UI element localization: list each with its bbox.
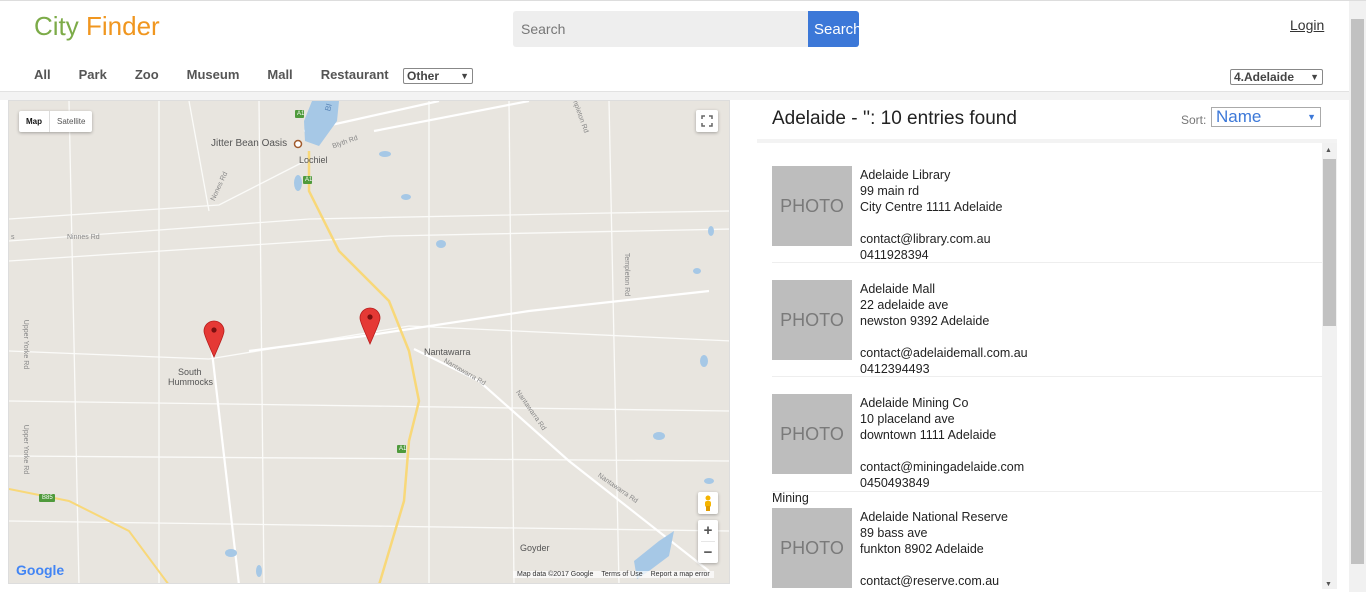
- category-nav: All Park Zoo Museum Mall Restaurant: [34, 67, 417, 83]
- entry-info: Adelaide Mining Co 10 placeland ave down…: [860, 395, 1024, 491]
- map-label-nantawarra: Nantawarra: [424, 347, 471, 357]
- entry-phone: 0411928394: [860, 248, 929, 262]
- chevron-down-icon: ▼: [1307, 112, 1316, 122]
- report-map-error-link[interactable]: Report a map error: [647, 571, 714, 578]
- street-view-button[interactable]: [698, 492, 718, 514]
- map-label-jitter-bean: Jitter Bean Oasis: [211, 138, 288, 149]
- map-label-lochiel: Lochiel: [299, 155, 328, 165]
- photo-placeholder: PHOTO: [772, 394, 852, 474]
- road-shield: A1: [305, 177, 313, 183]
- entry-suburb: City Centre 1111 Adelaide: [860, 200, 1003, 214]
- entry-email: contact@adelaidemall.com.au: [860, 346, 1028, 360]
- entry-name: Adelaide Mining Co: [860, 396, 969, 410]
- zoom-control: + −: [698, 520, 718, 563]
- map-type-control: Map Satellite: [19, 111, 93, 132]
- fullscreen-button[interactable]: [696, 110, 718, 132]
- entry-divider: [772, 491, 1322, 492]
- road-label: Templeton Rd: [623, 252, 631, 297]
- road-label: Upper Yorke Rd: [22, 424, 30, 475]
- search-bar: Search: [513, 11, 862, 47]
- map-label-south: South: [178, 367, 202, 377]
- category-zoo[interactable]: Zoo: [135, 67, 159, 83]
- entry-email: contact@miningadelaide.com: [860, 460, 1025, 474]
- road-label: Ninnes Rd: [67, 234, 100, 241]
- map-label-goyder: Goyder: [520, 543, 550, 553]
- entry-suburb: downtown 1111 Adelaide: [860, 428, 997, 442]
- results-scrollbar[interactable]: ▲ ▼: [1322, 143, 1337, 589]
- entry-phone: 0450493849: [860, 476, 930, 490]
- login-link[interactable]: Login: [1290, 17, 1324, 33]
- entry-street: 99 main rd: [860, 184, 920, 198]
- category-museum[interactable]: Museum: [187, 67, 240, 83]
- map-canvas: [9, 101, 729, 583]
- google-logo-text: Google: [16, 562, 65, 578]
- entry-divider: [772, 262, 1322, 263]
- map-type-satellite-button[interactable]: Satellite: [49, 111, 92, 132]
- entry-phone: 0412394493: [860, 362, 930, 376]
- category-mall[interactable]: Mall: [267, 67, 292, 83]
- map-label-partial: s: [11, 234, 15, 241]
- app-logo[interactable]: City Finder: [34, 11, 160, 42]
- zoom-out-button[interactable]: −: [698, 542, 718, 563]
- logo-finder: Finder: [86, 11, 160, 41]
- entry-info: Adelaide Mall 22 adelaide ave newston 93…: [860, 281, 1028, 377]
- zoom-in-button[interactable]: +: [698, 520, 718, 541]
- page-scrollbar[interactable]: [1349, 1, 1366, 592]
- entry-suburb: newston 9392 Adelaide: [860, 314, 990, 328]
- fullscreen-icon: [701, 115, 713, 127]
- entry-street: 22 adelaide ave: [860, 298, 949, 312]
- logo-city: City: [34, 11, 79, 41]
- entry-name: Adelaide National Reserve: [860, 510, 1009, 524]
- search-button[interactable]: Search: [808, 11, 862, 47]
- scroll-up-icon[interactable]: ▲: [1325, 147, 1332, 154]
- map-footer: Map data ©2017 Google Terms of Use Repor…: [513, 571, 714, 578]
- sort-label: Sort:: [1181, 113, 1207, 127]
- city-select[interactable]: 4.Adelaide ▼: [1230, 69, 1323, 85]
- sort-select-value: Name: [1216, 107, 1262, 126]
- chevron-down-icon: ▼: [460, 71, 469, 81]
- entry-divider: [772, 376, 1322, 377]
- map-type-map-button[interactable]: Map: [19, 111, 49, 132]
- other-select-value: Other: [407, 69, 440, 83]
- terms-of-use-link[interactable]: Terms of Use: [597, 571, 646, 578]
- road-shield: A1: [297, 111, 305, 117]
- results-title: Adelaide - '': 10 entries found: [772, 108, 1017, 129]
- entry-street: 10 placeland ave: [860, 412, 955, 426]
- scrollbar-thumb[interactable]: [1323, 159, 1336, 326]
- map-label-hummocks: Hummocks: [168, 377, 214, 387]
- map-data-attribution: Map data ©2017 Google: [517, 571, 594, 578]
- entry-email: contact@library.com.au: [860, 232, 991, 246]
- entry-info: Adelaide National Reserve 89 bass ave fu…: [860, 509, 1008, 589]
- pegman-icon: [705, 495, 711, 511]
- photo-placeholder: PHOTO: [772, 508, 852, 588]
- map-view[interactable]: Jitter Bean Oasis Lochiel Nantawarra Sou…: [8, 100, 730, 584]
- category-park[interactable]: Park: [79, 67, 107, 83]
- header-divider: [0, 91, 1366, 100]
- category-restaurant[interactable]: Restaurant: [321, 67, 389, 83]
- entry-street: 89 bass ave: [860, 526, 928, 540]
- road-label: Upper Yorke Rd: [22, 319, 30, 370]
- road-shield: B85: [42, 495, 53, 501]
- entry-name: Adelaide Mall: [860, 282, 936, 296]
- chevron-down-icon: ▼: [1310, 72, 1319, 82]
- category-label: Mining: [772, 491, 809, 505]
- photo-placeholder: PHOTO: [772, 280, 852, 360]
- entry-email: contact@reserve.com.au: [860, 574, 1000, 588]
- search-input[interactable]: [513, 11, 808, 47]
- sort-select[interactable]: Name ▼: [1211, 107, 1321, 127]
- scroll-down-icon[interactable]: ▼: [1325, 581, 1332, 588]
- photo-placeholder: PHOTO: [772, 166, 852, 246]
- entry-info: Adelaide Library 99 main rd City Centre …: [860, 167, 1002, 263]
- page-scrollbar-thumb[interactable]: [1351, 19, 1364, 564]
- entry-name: Adelaide Library: [860, 168, 951, 182]
- entry-suburb: funkton 8902 Adelaide: [860, 542, 984, 556]
- other-category-select[interactable]: Other ▼: [403, 68, 473, 84]
- city-select-value: 4.Adelaide: [1234, 70, 1295, 84]
- results-list: PHOTO Adelaide Library 99 main rd City C…: [757, 143, 1322, 589]
- category-all[interactable]: All: [34, 67, 51, 83]
- google-logo: Google: [16, 562, 64, 578]
- road-shield: A1: [399, 446, 407, 452]
